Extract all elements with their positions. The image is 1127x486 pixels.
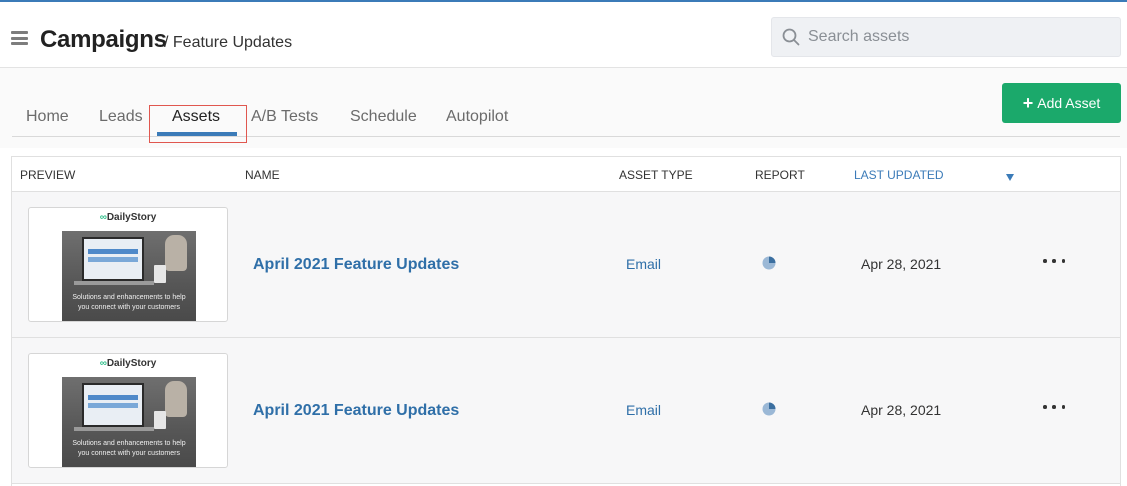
thumbnail-logo: ∞DailyStory <box>99 358 157 369</box>
asset-name-link[interactable]: April 2021 Feature Updates <box>253 402 459 420</box>
column-header-preview: PREVIEW <box>20 168 76 182</box>
more-horizontal-icon[interactable] <box>1043 253 1065 269</box>
page-header: Campaigns / Feature Updates <box>0 2 1127 68</box>
page-title: Campaigns <box>40 26 167 53</box>
pie-chart-icon[interactable] <box>762 256 776 270</box>
search-box <box>771 17 1121 57</box>
tab-leads[interactable]: Leads <box>99 108 143 126</box>
asset-preview-thumbnail[interactable]: ∞DailyStory Solutions and enhancements t… <box>28 353 228 468</box>
active-tab-highlight <box>149 105 247 143</box>
column-header-name[interactable]: NAME <box>245 168 280 182</box>
search-icon <box>782 28 800 46</box>
pie-chart-icon[interactable] <box>762 402 776 416</box>
thumbnail-photo: Solutions and enhancements to help you c… <box>62 231 196 321</box>
asset-type-link[interactable]: Email <box>626 402 661 418</box>
column-header-report: REPORT <box>755 168 805 182</box>
add-asset-button[interactable]: + Add Asset <box>1002 83 1121 123</box>
asset-preview-thumbnail[interactable]: ∞DailyStory Solutions and enhancements t… <box>28 207 228 322</box>
last-updated-date: Apr 28, 2021 <box>861 256 942 272</box>
last-updated-date: Apr 28, 2021 <box>861 402 942 418</box>
thumbnail-caption: Solutions and enhancements to help you c… <box>72 294 186 311</box>
thumbnail-caption: Solutions and enhancements to help you c… <box>72 440 186 457</box>
table-header: PREVIEW NAME ASSET TYPE REPORT LAST UPDA… <box>12 157 1120 192</box>
asset-type-link[interactable]: Email <box>626 256 661 272</box>
column-header-asset-type[interactable]: ASSET TYPE <box>619 168 693 182</box>
thumbnail-logo: ∞DailyStory <box>99 212 157 223</box>
search-input[interactable] <box>808 18 1108 56</box>
asset-name-link[interactable]: April 2021 Feature Updates <box>253 256 459 274</box>
plus-icon: + <box>1022 93 1034 113</box>
tab-bar: Home Leads Assets A/B Tests Schedule Aut… <box>12 68 1120 143</box>
tab-home[interactable]: Home <box>26 108 69 126</box>
laptop-illustration <box>82 237 144 281</box>
hamburger-icon[interactable] <box>11 31 28 45</box>
column-header-last-updated[interactable]: LAST UPDATED <box>854 168 944 182</box>
thumbnail-photo: Solutions and enhancements to help you c… <box>62 377 196 467</box>
table-row[interactable]: ∞DailyStory Solutions and enhancements t… <box>12 338 1120 484</box>
sort-down-icon[interactable] <box>1006 174 1014 181</box>
more-horizontal-icon[interactable] <box>1043 399 1065 415</box>
sub-navigation: Home Leads Assets A/B Tests Schedule Aut… <box>0 68 1127 148</box>
laptop-illustration <box>82 383 144 427</box>
tab-ab-tests[interactable]: A/B Tests <box>251 108 318 126</box>
tab-autopilot[interactable]: Autopilot <box>446 108 508 126</box>
tab-schedule[interactable]: Schedule <box>350 108 417 126</box>
breadcrumb: / Feature Updates <box>164 34 293 51</box>
add-asset-label: Add Asset <box>1037 95 1101 111</box>
table-row[interactable]: ∞DailyStory Solutions and enhancements t… <box>12 192 1120 338</box>
assets-table: PREVIEW NAME ASSET TYPE REPORT LAST UPDA… <box>11 156 1121 486</box>
